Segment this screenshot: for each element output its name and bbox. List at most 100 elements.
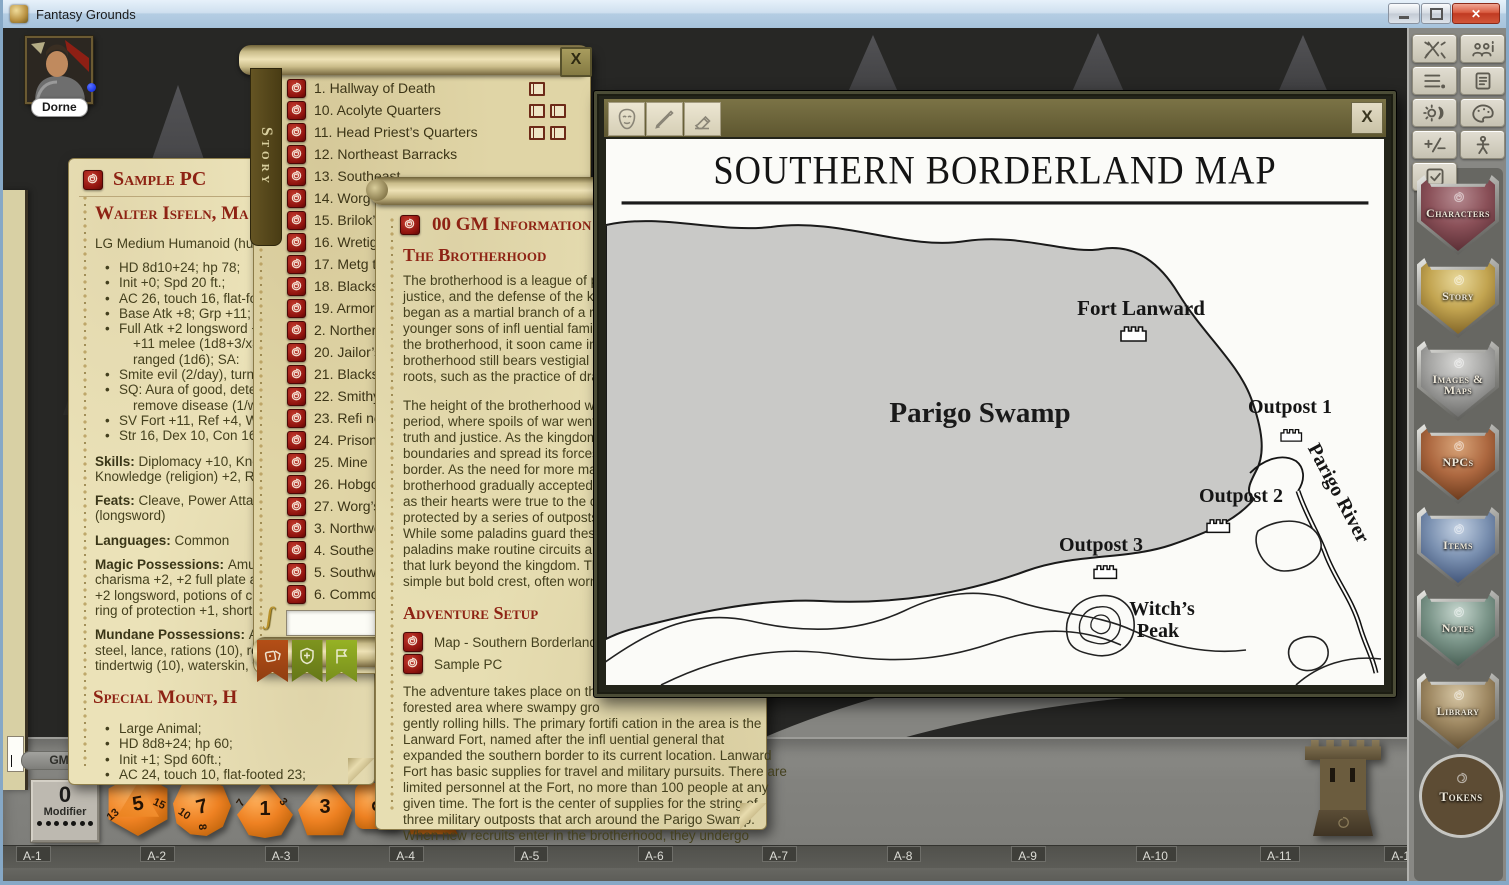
tower-token[interactable]: [1303, 740, 1383, 836]
minimize-button[interactable]: [1388, 3, 1420, 24]
entry-icon: [287, 299, 306, 318]
ruler-label: A-3: [265, 846, 300, 862]
entry-icon: [287, 563, 306, 582]
sidebar-item-label: Characters: [1426, 208, 1490, 219]
book-icon[interactable]: [529, 126, 545, 140]
entry-icon: [287, 277, 306, 296]
story-item-label: 25. Mine: [314, 454, 368, 470]
book-icon[interactable]: [529, 104, 545, 118]
story-item-label: 10. Acolyte Quarters: [314, 102, 441, 118]
close-button[interactable]: ✕: [1452, 3, 1500, 24]
fg-logo-icon: [1451, 522, 1466, 537]
entry-icon: [400, 215, 420, 235]
fg-logo-icon: [1451, 356, 1466, 371]
story-item-label: 22. Smithy: [314, 388, 380, 404]
gm-paragraph-3: The adventure takes place on theforested…: [403, 684, 759, 844]
entry-icon: [287, 453, 306, 472]
page-fold: [740, 803, 766, 829]
map-window-titlebar[interactable]: X: [604, 99, 1386, 137]
attack-icon[interactable]: [1412, 34, 1457, 63]
maximize-button[interactable]: [1421, 3, 1451, 24]
app-window: Fantasy Grounds ✕: [0, 0, 1509, 885]
lighting-icon[interactable]: [1412, 98, 1457, 127]
story-item-label: 19. Armory: [314, 300, 382, 316]
gm-text-line: Fort has basic supplies for travel and m…: [403, 764, 759, 780]
story-item-label: 2. Northern: [314, 322, 384, 338]
sidebar: Tokens CharactersStoryImages & MapsNPCsI…: [1407, 28, 1506, 881]
gm-text-line: given time. The fort is the center of su…: [403, 796, 759, 812]
story-close-button[interactable]: X: [560, 47, 592, 77]
options-icon[interactable]: [1412, 66, 1457, 95]
entry-icon: [403, 632, 423, 652]
entry-icon: [287, 79, 306, 98]
character-portrait[interactable]: [25, 36, 93, 104]
entry-icon: [287, 101, 306, 120]
book-shortcuts[interactable]: [529, 82, 545, 96]
sidebar-item-label: NPCs: [1442, 457, 1473, 468]
entry-icon: [287, 409, 306, 428]
sidebar-item-tokens[interactable]: Tokens: [1419, 754, 1503, 838]
book-icon[interactable]: [550, 104, 566, 118]
entry-icon: [287, 145, 306, 164]
sidebar-item-label: Tokens: [1439, 791, 1482, 802]
titlebar: Fantasy Grounds ✕: [3, 0, 1506, 29]
party-info-icon[interactable]: [1460, 34, 1505, 63]
ruler-label: A-2: [140, 846, 175, 862]
grid-ruler-lower: [3, 868, 1506, 881]
tabletop-desktop[interactable]: Dorne Sample PC Walter Isfeln, Ma LG Med…: [3, 28, 1506, 881]
ruler-label: A-1: [16, 846, 51, 862]
flag-ribbon[interactable]: [326, 640, 357, 682]
map-close-button[interactable]: X: [1351, 102, 1383, 134]
outpost2-label: Outpost 2: [1199, 485, 1283, 507]
tower-base: [1313, 810, 1373, 836]
entry-icon: [287, 343, 306, 362]
entry-icon: [403, 654, 423, 674]
entry-icon: [287, 431, 306, 450]
page-fold: [348, 758, 374, 784]
story-item[interactable]: 10. Acolyte Quarters: [253, 99, 589, 121]
swamp-label: Parigo Swamp: [889, 397, 1070, 429]
window-title: Fantasy Grounds: [36, 7, 136, 22]
book-icon[interactable]: [529, 82, 545, 96]
chat-input[interactable]: [7, 736, 24, 772]
book-shortcuts[interactable]: [529, 104, 566, 118]
story-item-label: 11. Head Priest’s Quarters: [314, 124, 478, 140]
modifiers-icon[interactable]: [1412, 130, 1457, 159]
gm-text-line: gently rolling hills. The primary fortif…: [403, 716, 759, 732]
dice-ribbon[interactable]: [257, 640, 288, 682]
colors-icon[interactable]: [1460, 98, 1505, 127]
mask-icon[interactable]: [608, 102, 645, 136]
map-drawing[interactable]: Fort Lanward Parigo Swamp Outpost 1 Outp…: [606, 203, 1384, 685]
story-item[interactable]: 12. Northeast Barracks: [253, 143, 589, 165]
map-window[interactable]: X SOUTHERN BORDERLAND MAP: [593, 90, 1397, 698]
sidebar-item-label: Items: [1443, 540, 1473, 551]
story-search-input[interactable]: [286, 610, 376, 636]
map-title: SOUTHERN BORDERLAND MAP: [622, 139, 1369, 205]
notes-icon[interactable]: [1460, 66, 1505, 95]
ruler-label: A-10: [1136, 846, 1177, 862]
chain-decoration: [79, 193, 91, 768]
gm-text-line: Lanward Fort, named after the infl uenti…: [403, 732, 759, 748]
shield-ribbon[interactable]: [292, 640, 323, 682]
map-canvas[interactable]: SOUTHERN BORDERLAND MAP: [606, 139, 1384, 685]
pencil-icon[interactable]: [646, 102, 683, 136]
eraser-icon[interactable]: [684, 102, 721, 136]
story-item[interactable]: 11. Head Priest’s Quarters: [253, 121, 589, 143]
book-shortcuts[interactable]: [529, 126, 566, 140]
movement-icon[interactable]: [1460, 130, 1505, 159]
portrait-name-label: Dorne: [31, 98, 88, 117]
scroll-top-roll[interactable]: [239, 45, 591, 75]
story-item-label: 12. Northeast Barracks: [314, 146, 457, 162]
book-icon[interactable]: [550, 126, 566, 140]
entry-icon: [287, 233, 306, 252]
entry-icon: [287, 189, 306, 208]
fg-logo-icon: [1454, 771, 1469, 786]
story-item[interactable]: 1. Hallway of Death: [253, 77, 589, 99]
gm-text-line: forested area where swampy gro: [403, 700, 759, 716]
fg-logo-icon: [1451, 605, 1466, 620]
ruler-label: A-9: [1011, 846, 1046, 862]
entry-icon: [287, 123, 306, 142]
modifier-box[interactable]: 0 Modifier: [31, 780, 99, 842]
background-window-edge[interactable]: [3, 190, 28, 790]
entry-icon: [287, 255, 306, 274]
